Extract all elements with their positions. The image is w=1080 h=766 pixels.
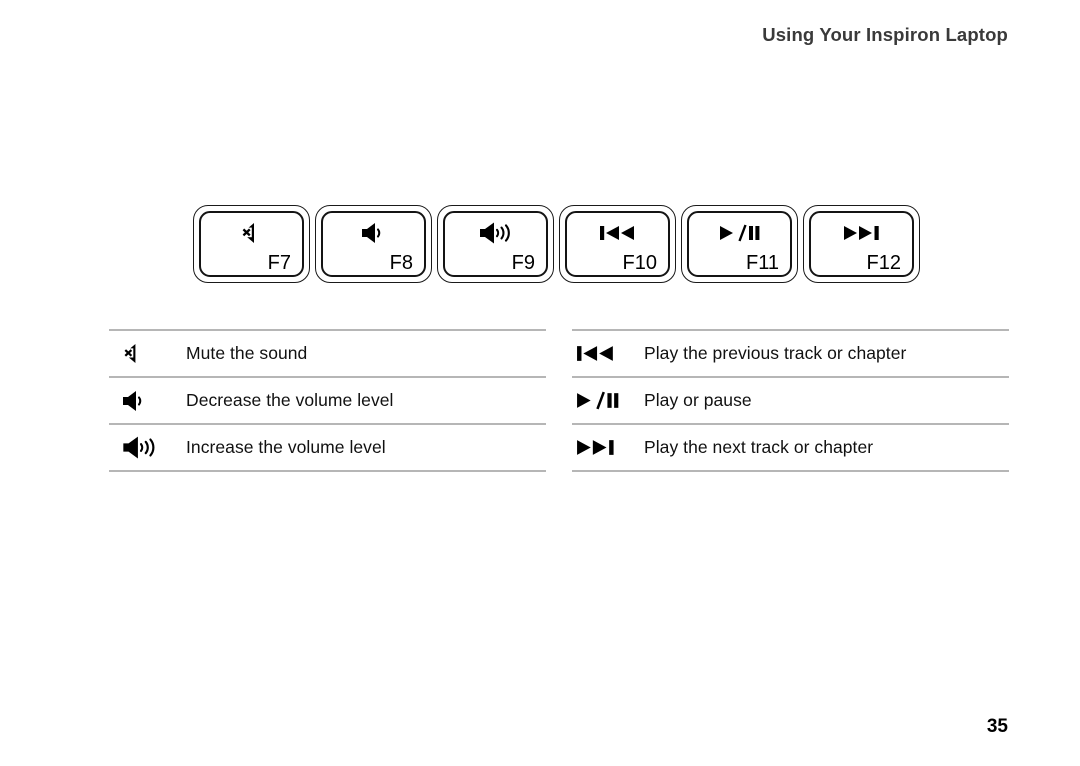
key-f11-face: F11 [687,211,792,277]
key-f10-face: F10 [565,211,670,277]
previous-track-icon [572,330,644,377]
key-f8-label: F8 [389,252,413,274]
key-f11-label: F11 [746,252,779,274]
volume-mute-icon [109,330,186,377]
legend-description: Increase the volume level [186,437,386,457]
table-row: Play the next track or chapter [572,424,1009,471]
key-f9-face: F9 [443,211,548,277]
table-row: Decrease the volume level [109,377,546,424]
play-pause-icon [572,377,644,424]
legend-table-media: Play the previous track or chapter Play … [572,329,1009,472]
page-header-title: Using Your Inspiron Laptop [762,24,1008,45]
legend-description: Mute the sound [186,343,308,363]
volume-mute-icon [201,220,302,246]
legend-description: Play the previous track or chapter [644,343,907,363]
legend-table-volume: Mute the sound Decrease the volume level [109,329,546,472]
table-row: Play the previous track or chapter [572,330,1009,377]
key-f8[interactable]: F8 [315,205,432,283]
legend-description: Play or pause [644,390,752,410]
key-f7-face: F7 [199,211,304,277]
key-f9[interactable]: F9 [437,205,554,283]
next-track-icon [811,220,912,246]
key-f12-label: F12 [866,252,901,274]
key-f8-face: F8 [321,211,426,277]
legend-column-volume: Mute the sound Decrease the volume level [109,329,546,472]
legend-description: Decrease the volume level [186,390,394,410]
key-f12-face: F12 [809,211,914,277]
key-f10-label: F10 [622,252,657,274]
table-row: Play or pause [572,377,1009,424]
volume-down-icon [109,377,186,424]
key-f12[interactable]: F12 [803,205,920,283]
key-f7[interactable]: F7 [193,205,310,283]
key-f7-label: F7 [267,252,291,274]
table-row: Mute the sound [109,330,546,377]
play-pause-icon [689,220,790,246]
legend-column-media: Play the previous track or chapter Play … [572,329,1009,472]
next-track-icon [572,424,644,471]
function-key-row: F7 F8 F9 F10 F11 F12 [193,205,920,283]
volume-up-icon [445,220,546,246]
key-f10[interactable]: F10 [559,205,676,283]
previous-track-icon [567,220,668,246]
volume-down-icon [323,220,424,246]
legend-area: Mute the sound Decrease the volume level [109,329,1009,472]
volume-up-icon [109,424,186,471]
page-number: 35 [986,716,1008,737]
table-row: Increase the volume level [109,424,546,471]
legend-description: Play the next track or chapter [644,437,874,457]
key-f11[interactable]: F11 [681,205,798,283]
key-f9-label: F9 [511,252,535,274]
